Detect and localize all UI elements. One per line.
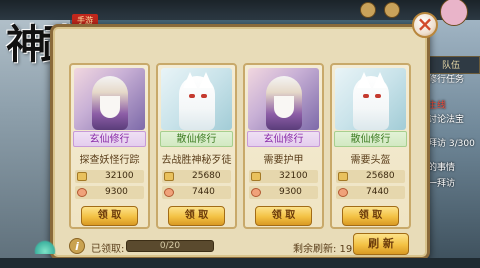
npc-portrait-fox bbox=[161, 68, 232, 130]
bottom-bar bbox=[0, 258, 480, 268]
reward-coin: 7440 bbox=[336, 186, 405, 199]
progress-text: 0/20 bbox=[159, 241, 181, 251]
card-task-text: 需要头盔 bbox=[350, 155, 391, 166]
refresh-button[interactable]: 刷 新 bbox=[353, 233, 409, 255]
card-type-label: 散仙修行 bbox=[334, 131, 407, 147]
coin-icon bbox=[338, 188, 348, 197]
exp-icon bbox=[338, 172, 348, 181]
coin-icon bbox=[164, 188, 174, 197]
exp-icon bbox=[77, 172, 87, 181]
claim-button[interactable]: 领 取 bbox=[81, 206, 138, 226]
right-task-line[interactable]: 一拜访 bbox=[428, 176, 455, 189]
npc-portrait-mage bbox=[248, 68, 319, 130]
claim-button[interactable]: 领 取 bbox=[168, 206, 225, 226]
task-card: 散仙修行 去战胜神秘歹徒 25680 7440 领 取 bbox=[156, 63, 237, 229]
reward-coin: 7440 bbox=[162, 186, 231, 199]
team-tab[interactable]: 队伍 bbox=[422, 56, 480, 74]
task-card: 玄仙修行 探查妖怪行踪 32100 9300 领 取 bbox=[69, 63, 150, 229]
task-card: 散仙修行 需要头盔 25680 7440 领 取 bbox=[330, 63, 411, 229]
card-type-label: 玄仙修行 bbox=[247, 131, 320, 147]
claim-button[interactable]: 领 取 bbox=[342, 206, 399, 226]
lotus-icon bbox=[34, 240, 56, 254]
reward-exp: 25680 bbox=[162, 170, 231, 183]
reward-exp: 25680 bbox=[336, 170, 405, 183]
reward-coin: 9300 bbox=[75, 186, 144, 199]
cultivation-task-panel: 玄仙修行 探查妖怪行踪 32100 9300 领 取 散仙修行 去战胜神秘歹徒 … bbox=[50, 24, 430, 260]
right-task-line[interactable]: 讨论法宝 bbox=[428, 112, 464, 125]
right-task-line[interactable]: 的事情 bbox=[428, 160, 455, 173]
right-task-line[interactable]: 拜访 3/300 bbox=[428, 136, 475, 149]
shop-icon[interactable] bbox=[384, 2, 400, 18]
reward-exp: 32100 bbox=[249, 170, 318, 183]
coin-icon bbox=[77, 188, 87, 197]
close-icon[interactable]: × bbox=[412, 12, 438, 38]
exp-icon bbox=[251, 172, 261, 181]
claimed-label: 已领取: bbox=[91, 244, 125, 255]
card-type-label: 散仙修行 bbox=[160, 131, 233, 147]
info-icon[interactable]: i bbox=[69, 238, 85, 254]
gift-icon[interactable] bbox=[360, 2, 376, 18]
refresh-count: 剩余刷新: 19 bbox=[293, 244, 353, 255]
task-card: 玄仙修行 需要护甲 32100 9300 领 取 bbox=[243, 63, 324, 229]
npc-portrait-fox bbox=[335, 68, 406, 130]
claim-button[interactable]: 领 取 bbox=[255, 206, 312, 226]
card-task-text: 去战胜神秘歹徒 bbox=[161, 155, 232, 166]
exp-icon bbox=[164, 172, 174, 181]
claimed-progress-bar: 0/20 bbox=[126, 240, 214, 252]
card-task-text: 需要护甲 bbox=[263, 155, 304, 166]
reward-exp: 32100 bbox=[75, 170, 144, 183]
card-type-label: 玄仙修行 bbox=[73, 131, 146, 147]
npc-portrait-mage bbox=[74, 68, 145, 130]
coin-icon bbox=[251, 188, 261, 197]
right-task-line[interactable]: 主线 bbox=[428, 98, 446, 111]
card-task-text: 探查妖怪行踪 bbox=[79, 155, 140, 166]
reward-coin: 9300 bbox=[249, 186, 318, 199]
